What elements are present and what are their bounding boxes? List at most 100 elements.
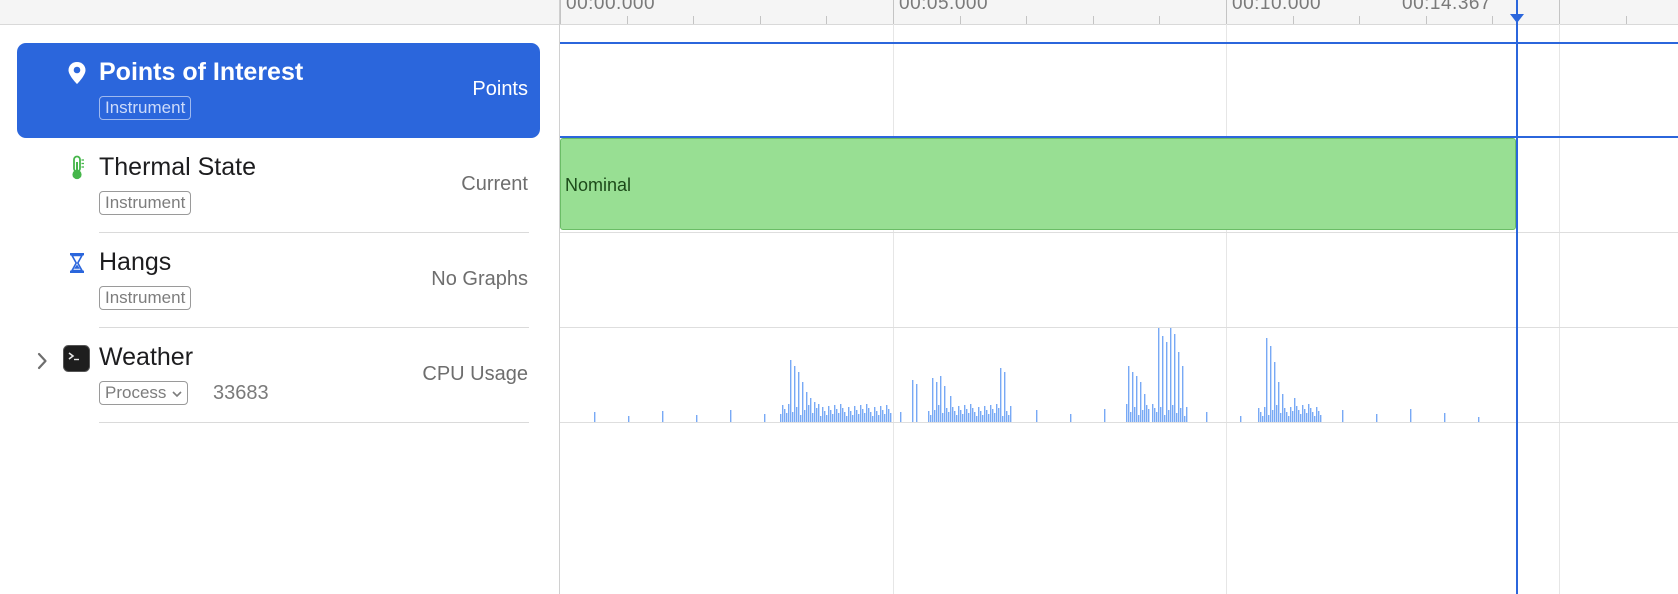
timeline-area[interactable]: Nominal [559, 0, 1678, 594]
cpu-usage-bar [764, 414, 766, 422]
cpu-usage-bar [1262, 416, 1264, 422]
track-graph-caption: CPU Usage [422, 363, 528, 385]
cpu-usage-bar [1006, 411, 1008, 422]
cpu-usage-bar [1264, 407, 1266, 422]
process-type-dropdown[interactable]: Process [99, 381, 189, 405]
cpu-usage-bar [802, 382, 804, 422]
track-points-of-interest[interactable]: Points of Interest Instrument Points [17, 43, 540, 138]
instruments-window: 00:00.000 00:05.000 00:10.000 00:14.367 … [0, 0, 1678, 594]
thermal-state-interval[interactable]: Nominal [560, 138, 1516, 230]
cpu-usage-bar [1164, 415, 1166, 422]
ruler-tick [1159, 16, 1161, 24]
gridline [1559, 24, 1560, 594]
cpu-usage-bar [1140, 382, 1142, 422]
cpu-usage-bar [952, 407, 954, 422]
gridline [893, 24, 894, 594]
ruler-tick [1092, 16, 1094, 24]
cpu-usage-bar [956, 415, 958, 422]
ruler-tick [826, 16, 828, 24]
cpu-usage-bar [1282, 394, 1284, 422]
track-type-badge: Instrument [99, 286, 192, 310]
ruler-tick [959, 16, 961, 24]
cpu-usage-bar [832, 414, 834, 422]
cpu-usage-bar [880, 406, 882, 422]
cpu-usage-bar [828, 406, 830, 422]
track-title: Thermal State [99, 153, 257, 181]
playhead-line[interactable] [1516, 0, 1518, 594]
cpu-usage-bar [878, 415, 880, 422]
cpu-usage-bar [854, 406, 856, 422]
cpu-usage-bar [1304, 409, 1306, 422]
cpu-usage-bar [1104, 409, 1106, 422]
cpu-usage-bar [1316, 407, 1318, 422]
process-pid: 33683 [213, 382, 269, 404]
cpu-usage-bar [846, 416, 848, 422]
track-title: Hangs [99, 248, 172, 276]
ruler-tick [1292, 16, 1294, 24]
cpu-usage-bar [1206, 412, 1208, 422]
ruler-tick [759, 16, 761, 24]
cpu-usage-bar [994, 413, 996, 422]
cpu-usage-bar [840, 404, 842, 422]
cpu-usage-graph[interactable] [560, 327, 1678, 423]
cpu-usage-bar [950, 396, 952, 422]
cpu-usage-bar [1166, 342, 1168, 422]
cpu-usage-bar [780, 414, 782, 422]
track-title: Weather [99, 343, 194, 371]
time-ruler[interactable]: 00:00.000 00:05.000 00:10.000 00:14.367 [0, 0, 1678, 25]
track-thermal-state[interactable]: Thermal State Instrument Current [17, 138, 540, 233]
gridline [1226, 24, 1227, 594]
cpu-usage-bar [1376, 414, 1378, 422]
cpu-usage-bar [848, 407, 850, 422]
cpu-usage-bar [988, 414, 990, 422]
cpu-usage-bar [992, 409, 994, 422]
ruler-tick [893, 0, 894, 24]
hourglass-icon [66, 251, 88, 275]
cpu-usage-bar [1170, 328, 1172, 422]
cpu-usage-bar [784, 409, 786, 422]
cpu-usage-bar [936, 382, 938, 422]
cpu-usage-bar [974, 412, 976, 422]
cpu-usage-bar [1004, 372, 1006, 422]
cpu-usage-bar [1478, 417, 1480, 422]
cpu-usage-bar [1132, 372, 1134, 422]
cpu-usage-bar [990, 405, 992, 422]
cpu-usage-bar [812, 413, 814, 422]
track-weather-process[interactable]: Weather Process 33683 CPU Usage [17, 328, 540, 423]
disclosure-chevron-icon[interactable] [34, 350, 50, 372]
cpu-usage-bar [1270, 346, 1272, 422]
cpu-usage-bar [978, 407, 980, 422]
cpu-usage-bar [876, 411, 878, 422]
cpu-usage-bar [836, 409, 838, 422]
cpu-usage-bar [696, 415, 698, 422]
cpu-usage-bar [1002, 416, 1004, 422]
cpu-usage-bar [800, 415, 802, 422]
cpu-usage-bar [820, 416, 822, 422]
cpu-usage-bar [1154, 408, 1156, 422]
cpu-usage-bar [1158, 328, 1160, 422]
cpu-usage-bar [960, 410, 962, 422]
cpu-usage-bar [944, 386, 946, 422]
cpu-usage-bar [814, 402, 816, 422]
cpu-usage-bar [856, 410, 858, 422]
cpu-usage-bar [818, 404, 820, 422]
cpu-usage-bar [824, 411, 826, 422]
cpu-usage-bar [1130, 412, 1132, 422]
track-graph-caption: Points [472, 78, 528, 100]
ruler-label-0: 00:00.000 [566, 0, 656, 14]
cpu-usage-bar [1176, 413, 1178, 422]
cpu-usage-bar [1278, 382, 1280, 422]
cpu-usage-bar [730, 410, 732, 422]
cpu-usage-bar [1146, 405, 1148, 422]
cpu-usage-bar [782, 405, 784, 422]
cpu-usage-bar [864, 413, 866, 422]
cpu-usage-bar [1260, 412, 1262, 422]
cpu-usage-bar [976, 416, 978, 422]
cpu-usage-bar [1266, 338, 1268, 422]
cpu-usage-bar [1134, 407, 1136, 422]
cpu-usage-bar [1286, 412, 1288, 422]
track-hangs[interactable]: Hangs Instrument No Graphs [17, 233, 540, 328]
selected-track-top-line [560, 42, 1678, 44]
cpu-usage-bar [872, 416, 874, 422]
cpu-usage-bar [882, 410, 884, 422]
